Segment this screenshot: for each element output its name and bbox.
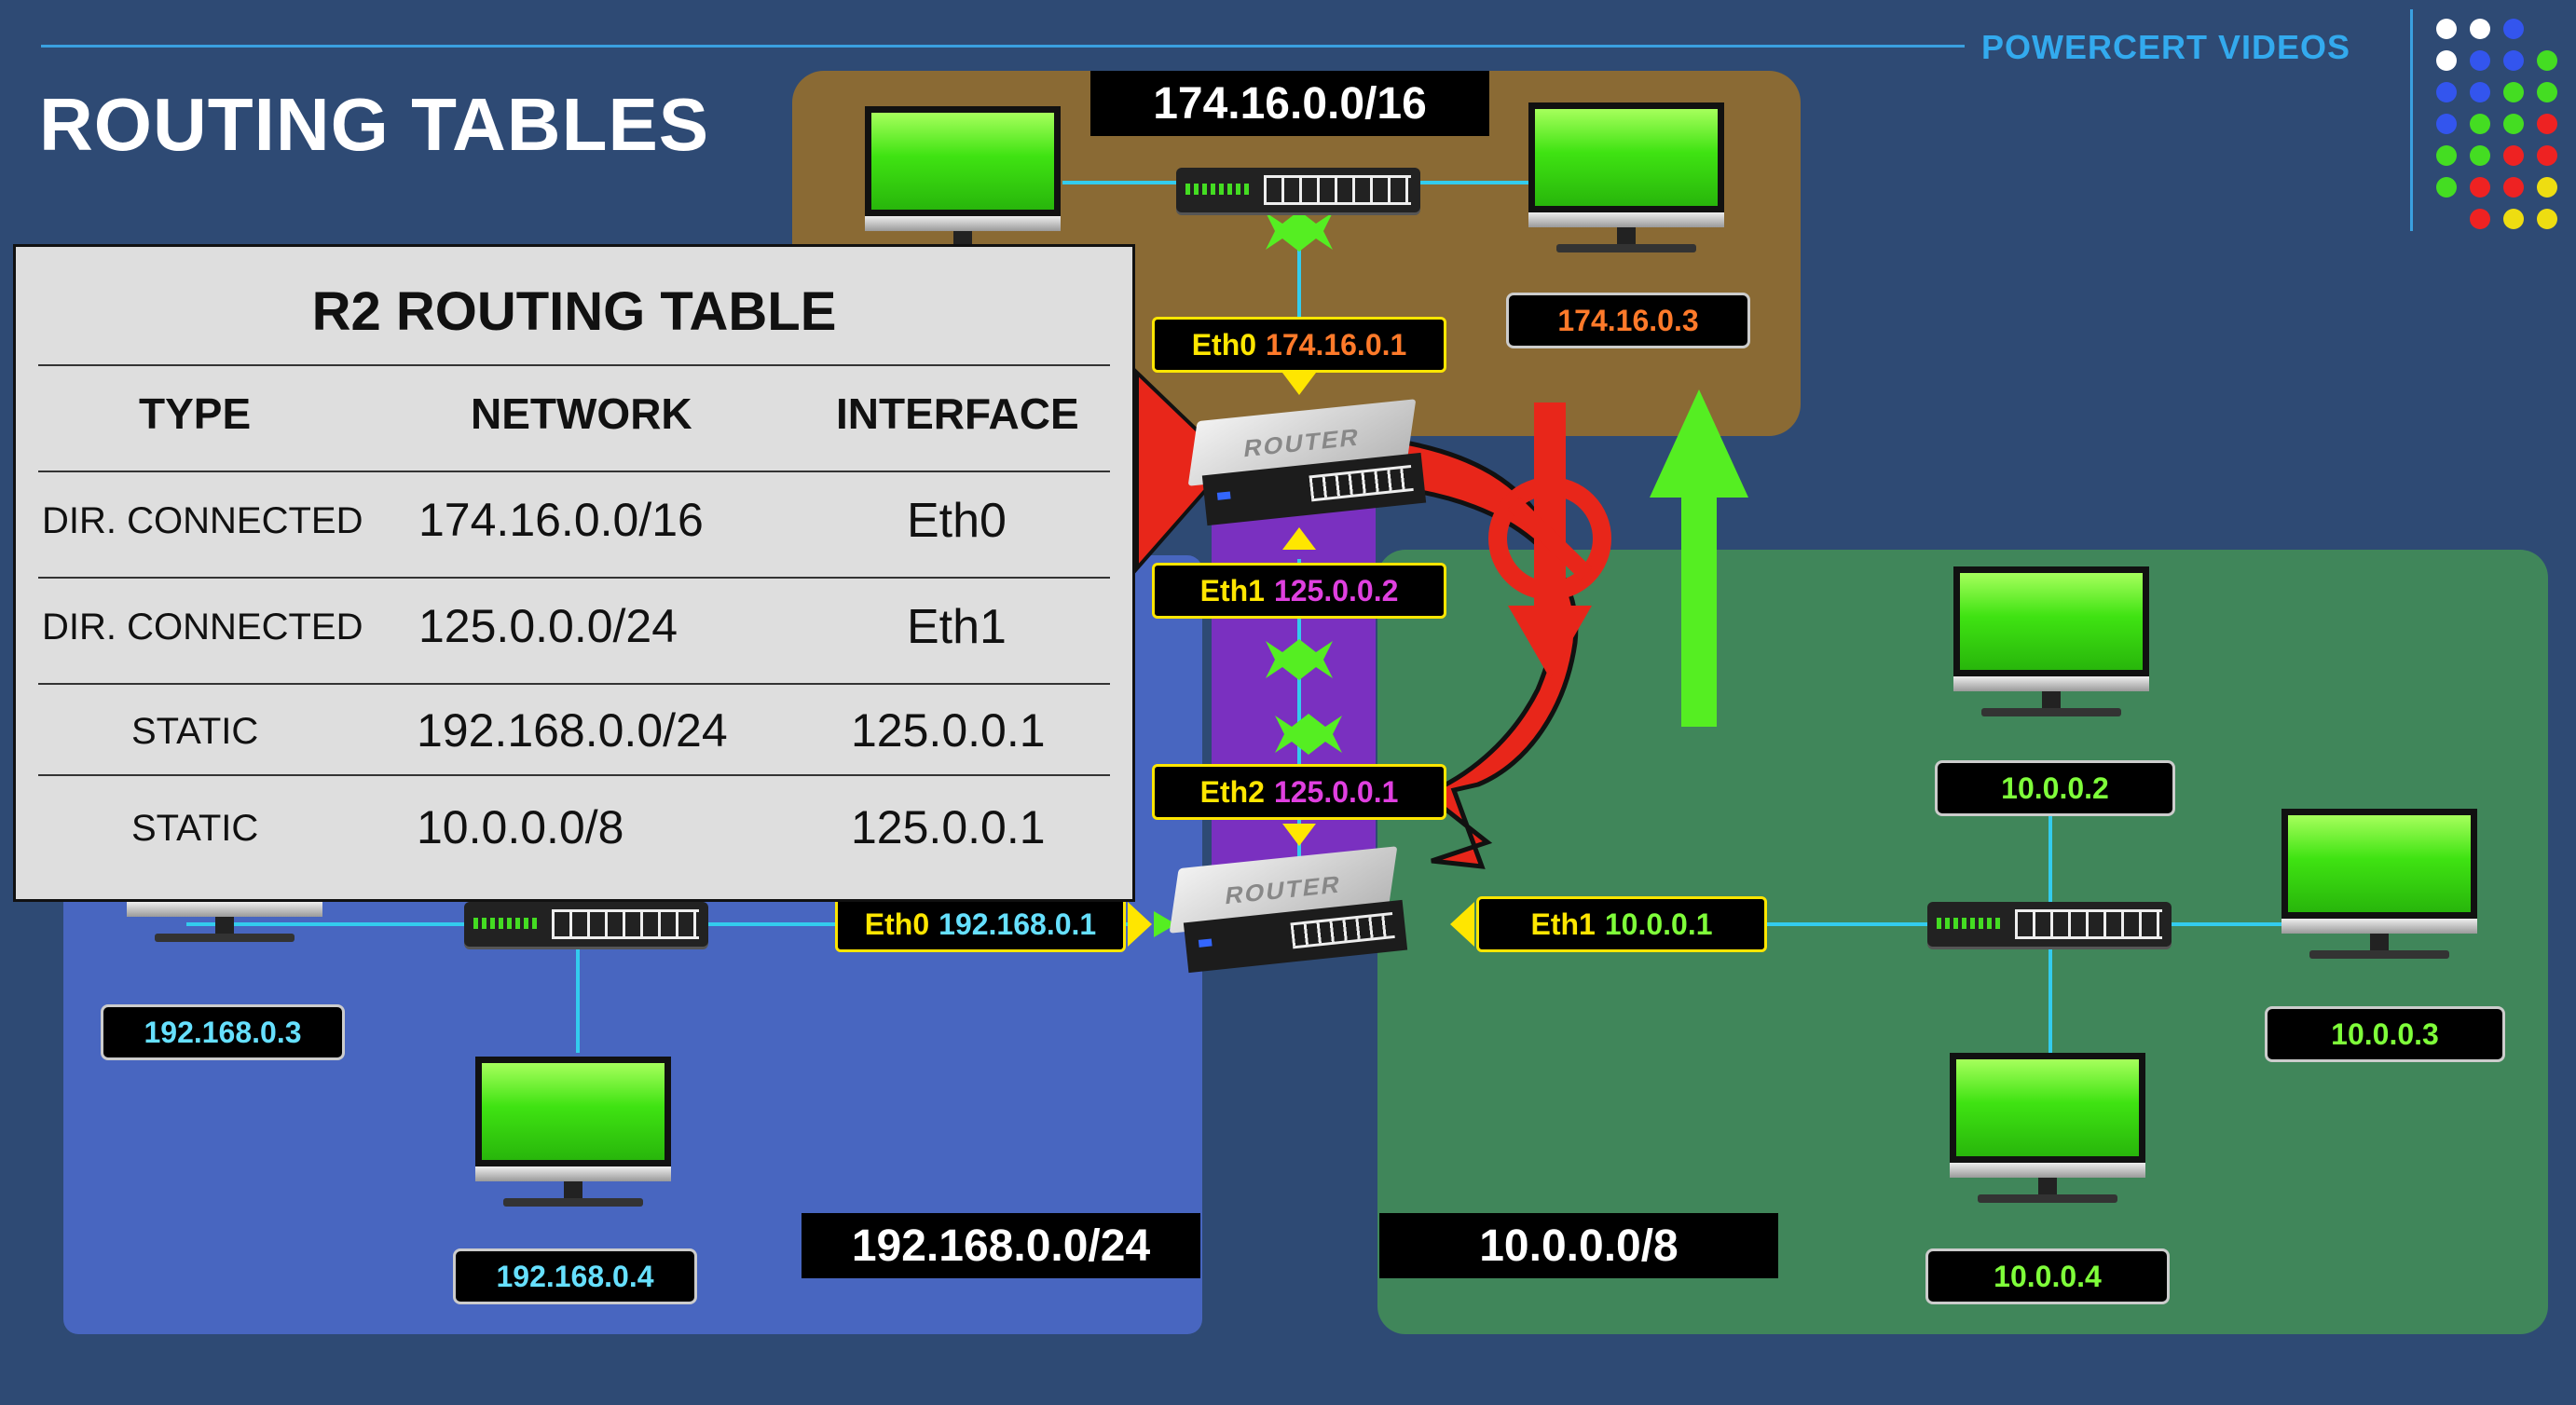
interface-name: Eth0 <box>1191 327 1257 361</box>
host-address: 192.168.0.4 <box>453 1248 697 1304</box>
interface-ip: 125.0.0.1 <box>1273 774 1399 809</box>
host-address: 10.0.0.4 <box>1925 1248 2170 1304</box>
interface-name: Eth2 <box>1199 774 1265 809</box>
table-cell-interface: Eth0 <box>907 494 1007 548</box>
table-cell-interface: 125.0.0.1 <box>851 801 1046 853</box>
link-zone-middle <box>1212 503 1376 878</box>
host-address: 174.16.0.3 <box>1506 293 1750 348</box>
column-header-type: TYPE <box>139 389 252 438</box>
brand-dots-logo <box>2410 17 2559 229</box>
interface-tag-r1-eth1: Eth1 10.0.0.1 <box>1476 896 1767 952</box>
table-cell-network: 10.0.0.0/8 <box>417 801 624 853</box>
column-header-interface: INTERFACE <box>836 389 1079 438</box>
host-address: 10.0.0.3 <box>2265 1006 2505 1062</box>
switch-icon <box>1176 168 1420 212</box>
switch-icon <box>1927 902 2172 947</box>
router-r1-icon: ROUTER <box>1167 846 1409 978</box>
interface-tag-r2-eth1: Eth1 125.0.0.2 <box>1152 563 1446 619</box>
brand-name: POWERCERT VIDEOS <box>1981 28 2351 66</box>
interface-ip: 192.168.0.1 <box>939 907 1097 941</box>
table-cell-type: DIR. CONNECTED <box>42 607 363 648</box>
interface-ip: 174.16.0.1 <box>1266 327 1407 361</box>
network-diagram: ROUTING TABLES POWERCERT VIDEOS 174.16.0… <box>0 0 2576 1405</box>
host-address: 10.0.0.2 <box>1935 760 2175 816</box>
network-label-top: 174.16.0.0/16 <box>1090 71 1489 136</box>
table-cell-type: STATIC <box>131 808 259 849</box>
interface-tag-r1-eth2: Eth2 125.0.0.1 <box>1152 764 1446 820</box>
interface-tag-r2-eth0: Eth0 174.16.0.1 <box>1152 317 1446 373</box>
header-rule <box>41 45 1965 48</box>
interface-ip: 10.0.0.1 <box>1604 907 1713 941</box>
network-label-right: 10.0.0.0/8 <box>1379 1213 1778 1278</box>
routing-table-panel: R2 ROUTING TABLE TYPE NETWORK INTERFACE … <box>13 244 1135 902</box>
table-cell-type: STATIC <box>131 711 259 752</box>
switch-icon <box>464 902 708 947</box>
table-cell-interface: Eth1 <box>907 600 1007 654</box>
interface-name: Eth1 <box>1199 573 1265 607</box>
table-cell-type: DIR. CONNECTED <box>42 500 363 541</box>
table-cell-network: 125.0.0.0/24 <box>418 600 678 652</box>
table-cell-network: 174.16.0.0/16 <box>418 494 704 546</box>
interface-ip: 125.0.0.2 <box>1273 573 1399 607</box>
host-address: 192.168.0.3 <box>101 1004 345 1060</box>
table-cell-network: 192.168.0.0/24 <box>417 704 728 757</box>
interface-tag-r1-eth0: Eth0 192.168.0.1 <box>835 896 1126 952</box>
table-cell-interface: 125.0.0.1 <box>851 704 1046 757</box>
interface-name: Eth0 <box>864 907 930 941</box>
interface-name: Eth1 <box>1530 907 1596 941</box>
routing-table-title: R2 ROUTING TABLE <box>311 281 837 342</box>
column-header-network: NETWORK <box>471 389 692 438</box>
router-r2-icon: ROUTER <box>1185 399 1428 531</box>
network-label-left: 192.168.0.0/24 <box>802 1213 1200 1278</box>
page-title: ROUTING TABLES <box>39 83 710 166</box>
